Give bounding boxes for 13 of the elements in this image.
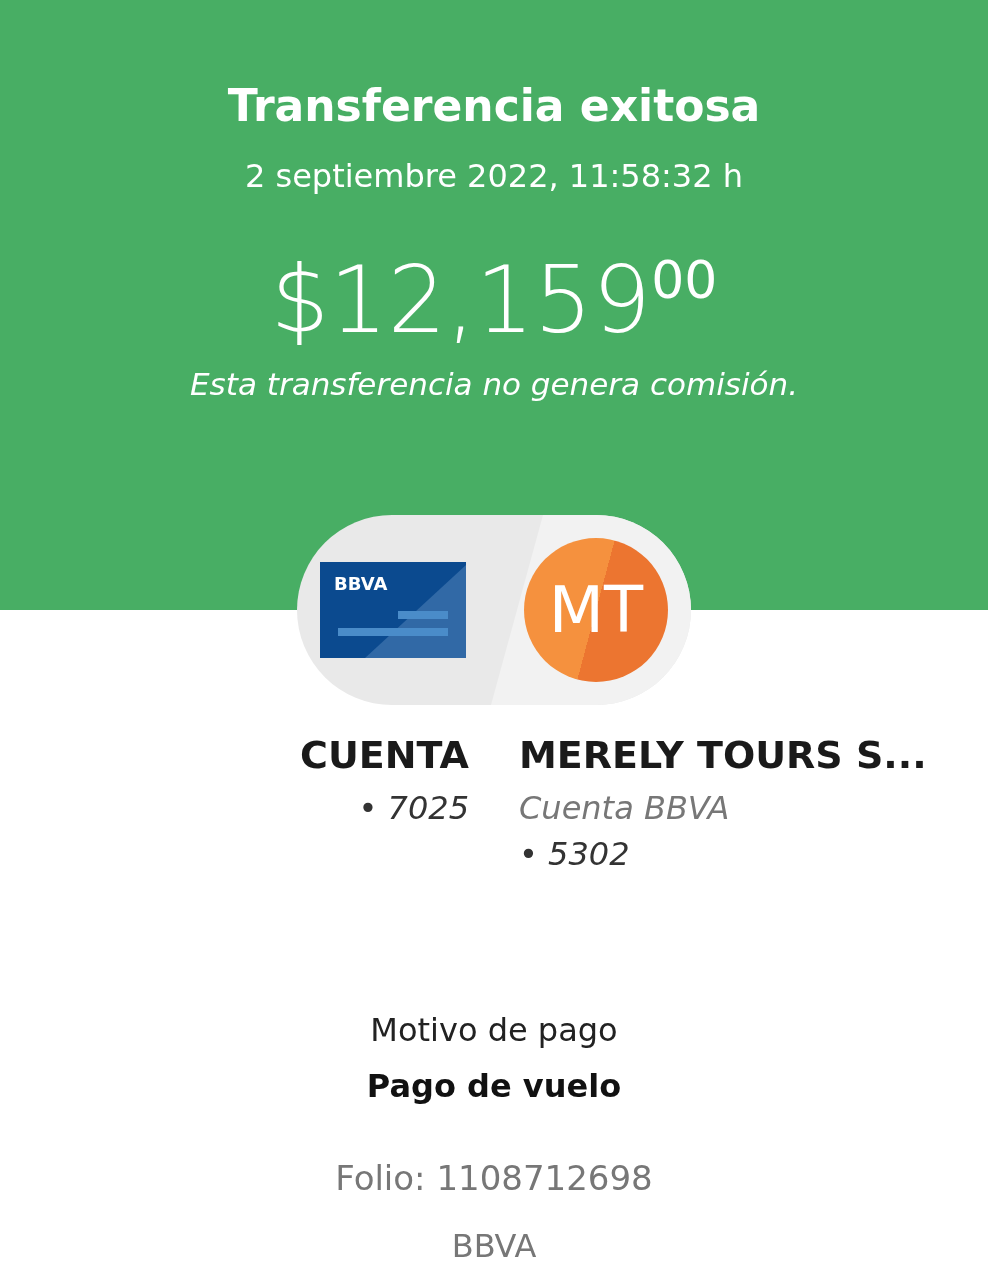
bank-name: BBVA <box>451 1226 537 1267</box>
commission-note: Esta transferencia no genera comisión. <box>190 365 798 404</box>
destination-name: MERELY TOURS S... <box>519 732 927 779</box>
date-time: 2 septiembre 2022, 11:58:32 h <box>244 156 744 196</box>
origin-detail: • 7025 <box>358 788 469 829</box>
origin-name: CUENTA <box>300 732 469 779</box>
title: Transferencia exitosa <box>227 79 761 133</box>
payment-reason: Pago de vuelo <box>366 1066 622 1107</box>
destination-detail: Cuenta BBVA <box>519 788 730 829</box>
destination-detail: • 5302 <box>519 834 630 875</box>
folio: Folio: 1108712698 <box>335 1157 653 1200</box>
account-card-icon: BBVA <box>320 562 466 658</box>
payment-reason-label: Motivo de pago <box>370 1010 618 1051</box>
